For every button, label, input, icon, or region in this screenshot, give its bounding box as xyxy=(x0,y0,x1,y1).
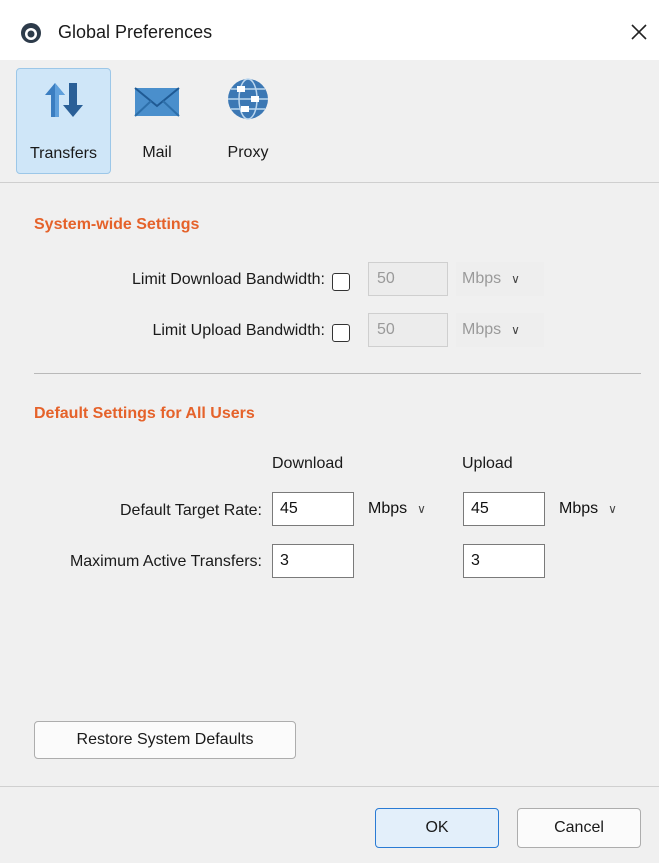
target-rate-download-unit-select[interactable]: Mbps ∨ xyxy=(368,492,456,526)
limit-upload-value-input[interactable]: 50 xyxy=(368,313,448,347)
limit-upload-unit-select[interactable]: Mbps ∨ xyxy=(456,313,544,347)
tab-mail-label: Mail xyxy=(142,144,172,161)
limit-download-value-input[interactable]: 50 xyxy=(368,262,448,296)
limit-upload-unit-value: Mbps xyxy=(462,321,502,338)
max-active-upload-input[interactable]: 3 xyxy=(463,544,545,578)
max-active-transfers-label: Maximum Active Transfers: xyxy=(69,553,262,570)
close-icon[interactable] xyxy=(625,18,653,46)
limit-download-checkbox[interactable] xyxy=(332,273,350,291)
max-active-download-input[interactable]: 3 xyxy=(272,544,354,578)
chevron-down-icon: ∨ xyxy=(511,323,520,337)
target-rate-download-input[interactable]: 45 xyxy=(272,492,354,526)
window-title: Global Preferences xyxy=(58,22,213,42)
limit-download-unit-value: Mbps xyxy=(462,270,502,287)
cancel-button[interactable]: Cancel xyxy=(517,808,641,848)
target-rate-upload-unit-select[interactable]: Mbps ∨ xyxy=(559,492,647,526)
target-rate-download-unit-value: Mbps xyxy=(368,500,408,517)
transfers-icon xyxy=(41,77,87,128)
default-target-rate-label: Default Target Rate: xyxy=(119,502,262,519)
system-settings-title: System-wide Settings xyxy=(34,216,200,233)
chevron-down-icon: ∨ xyxy=(417,502,426,516)
tab-proxy[interactable]: Proxy xyxy=(205,68,291,172)
tab-mail[interactable]: Mail xyxy=(122,68,192,172)
tab-transfers-label: Transfers xyxy=(30,145,97,162)
limit-upload-checkbox[interactable] xyxy=(332,324,350,342)
chevron-down-icon: ∨ xyxy=(511,272,520,286)
chevron-down-icon: ∨ xyxy=(608,502,617,516)
restore-defaults-button[interactable]: Restore System Defaults xyxy=(34,721,296,759)
target-rate-upload-unit-value: Mbps xyxy=(559,500,599,517)
limit-download-label: Limit Download Bandwidth: xyxy=(132,271,325,288)
default-settings-title: Default Settings for All Users xyxy=(34,405,255,422)
tab-proxy-label: Proxy xyxy=(227,144,269,161)
app-logo-icon xyxy=(20,22,42,44)
target-rate-upload-input[interactable]: 45 xyxy=(463,492,545,526)
section-divider xyxy=(34,373,641,374)
limit-download-unit-select[interactable]: Mbps ∨ xyxy=(456,262,544,296)
upload-column-header: Upload xyxy=(462,455,513,472)
ok-button[interactable]: OK xyxy=(375,808,499,848)
preferences-toolbar: Transfers Mail Proxy xyxy=(0,60,659,183)
mail-icon xyxy=(132,76,182,127)
tab-transfers[interactable]: Transfers xyxy=(16,68,111,174)
footer-divider xyxy=(0,786,659,787)
limit-upload-label: Limit Upload Bandwidth: xyxy=(152,322,325,339)
download-column-header: Download xyxy=(272,455,344,472)
proxy-icon xyxy=(223,76,273,127)
